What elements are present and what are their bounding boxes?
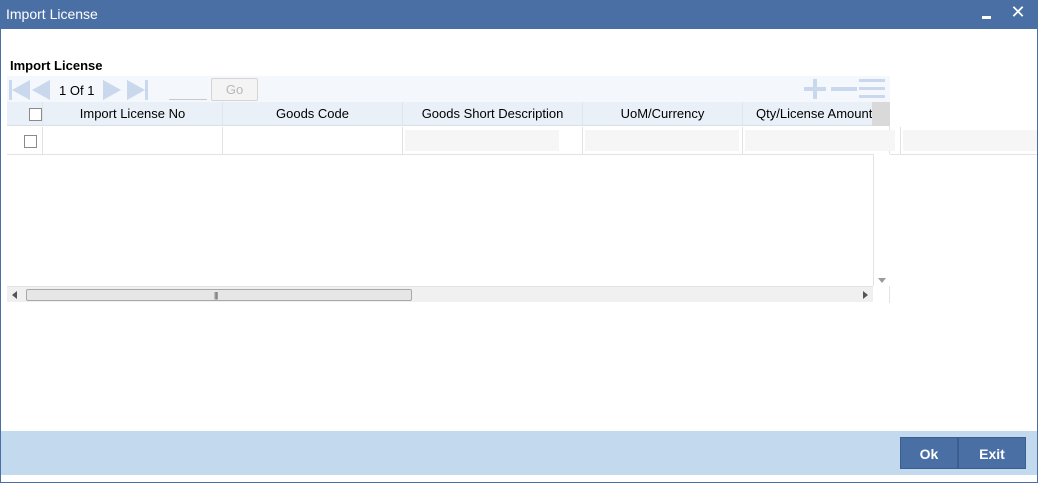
total-pages: 1 <box>87 83 95 98</box>
overflow-field <box>903 130 1037 151</box>
select-all-checkbox[interactable] <box>29 108 42 121</box>
horizontal-scrollbar[interactable]: ||| <box>7 286 873 302</box>
uom-currency-field[interactable] <box>585 130 739 151</box>
select-all-cell <box>7 102 43 126</box>
table-row <box>7 127 1037 155</box>
go-button[interactable]: Go <box>211 78 258 101</box>
exit-button[interactable]: Exit <box>958 437 1026 469</box>
grip-icon: ||| <box>214 291 218 300</box>
row-checkbox[interactable] <box>24 135 37 148</box>
cell-goods-short-description <box>403 127 583 155</box>
first-page-icon[interactable] <box>9 80 30 100</box>
last-page-icon[interactable] <box>127 80 148 100</box>
footer-bar: Ok Exit <box>1 431 1037 475</box>
grid-toolbar: 1 Of 1 Go <box>7 76 890 102</box>
next-page-icon[interactable] <box>103 80 123 100</box>
vertical-scrollbar[interactable] <box>873 154 890 286</box>
page-indicator: 1 Of 1 <box>59 83 94 98</box>
cell-overflow <box>901 127 1037 155</box>
vertical-scrollbar-head <box>872 102 890 126</box>
qty-license-amount-field[interactable] <box>745 130 895 151</box>
close-icon[interactable]: ✕ <box>1007 1 1029 25</box>
column-header-goods-code[interactable]: Goods Code <box>223 102 403 126</box>
current-page: 1 <box>59 83 67 98</box>
column-header-goods-short-description[interactable]: Goods Short Description <box>403 102 583 126</box>
table-header: Import License No Goods Code Goods Short… <box>7 102 890 126</box>
cell-import-license-no[interactable] <box>43 127 223 155</box>
single-record-view-icon[interactable] <box>859 78 887 100</box>
column-header-qty-license-amount[interactable]: Qty/License Amount <box>743 102 872 126</box>
column-header-import-license-no[interactable]: Import License No <box>43 102 223 126</box>
scroll-right-icon[interactable] <box>863 291 868 299</box>
cell-uom-currency <box>583 127 743 155</box>
window-title: Import License <box>6 6 98 22</box>
add-row-icon[interactable] <box>804 79 826 99</box>
title-bar: Import License ✕ <box>1 1 1037 29</box>
goods-short-description-field[interactable] <box>405 130 559 151</box>
cell-goods-code[interactable] <box>223 127 403 155</box>
page-number-input[interactable] <box>169 80 207 100</box>
column-header-uom-currency[interactable]: UoM/Currency <box>583 102 743 126</box>
cell-qty-license-amount <box>743 127 901 155</box>
minimize-icon[interactable] <box>977 3 997 25</box>
prev-page-icon[interactable] <box>32 80 52 100</box>
of-label: Of <box>69 83 84 98</box>
import-license-window: Import License ✕ Import License 1 Of 1 G… <box>0 0 1038 483</box>
section-title: Import License <box>10 58 103 73</box>
delete-row-icon[interactable] <box>831 79 857 99</box>
scroll-left-icon[interactable] <box>12 291 17 299</box>
scroll-down-icon[interactable] <box>878 278 886 283</box>
row-select-cell <box>7 127 43 155</box>
horizontal-scroll-thumb[interactable]: ||| <box>26 289 412 301</box>
import-license-grid: 1 Of 1 Go Import License No Goods Code G… <box>7 76 1037 303</box>
ok-button[interactable]: Ok <box>900 437 958 469</box>
